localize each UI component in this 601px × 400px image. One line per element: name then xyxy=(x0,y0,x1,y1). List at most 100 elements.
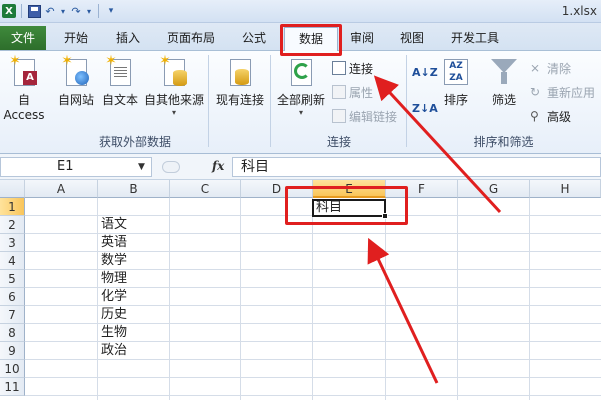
clear-filter-button: ⨯ 清除 xyxy=(530,59,571,77)
row-header-7[interactable]: 7 xyxy=(0,306,25,324)
column-header-d[interactable]: D xyxy=(241,180,313,198)
qat-separator xyxy=(21,4,22,18)
expand-handle-icon[interactable] xyxy=(162,161,180,173)
cell-b9[interactable]: 政治 xyxy=(99,342,127,360)
save-icon[interactable] xyxy=(27,4,41,18)
sort-icon: AZ ZA xyxy=(441,55,471,89)
from-other-sources-button[interactable]: ✶ 自其他来源 ▾ xyxy=(142,54,206,117)
advanced-filter-button[interactable]: ⚲ 高级 xyxy=(530,107,571,125)
sort-button[interactable]: AZ ZA 排序 xyxy=(438,55,474,108)
web-icon: ✶ xyxy=(61,54,91,89)
filter-button[interactable]: 筛选 xyxy=(484,55,524,108)
redo-icon[interactable]: ↷ xyxy=(69,4,83,18)
existing-connections-label: 现有连接 xyxy=(215,93,264,107)
column-header-a[interactable]: A xyxy=(25,180,98,198)
row-header-8[interactable]: 8 xyxy=(0,324,25,342)
tab-home[interactable]: 开始 xyxy=(54,27,98,49)
grid-line xyxy=(169,198,170,400)
edit-links-label: 编辑链接 xyxy=(349,109,398,124)
cell-b6[interactable]: 化学 xyxy=(99,288,127,306)
redo-dropdown-icon[interactable]: ▾ xyxy=(85,4,93,18)
grid-line xyxy=(97,198,98,400)
group-label-external-data: 获取外部数据 xyxy=(98,135,171,149)
text-file-icon: ✶ xyxy=(105,54,135,89)
formula-bar: E1 ▼ fx 科目 xyxy=(0,154,601,180)
reapply-label: 重新应用 xyxy=(547,85,596,100)
name-box[interactable]: E1 xyxy=(0,157,152,177)
column-header-e[interactable]: E xyxy=(313,180,386,198)
sort-az-icon[interactable]: A↓Z xyxy=(412,63,438,81)
other-sources-icon: ✶ xyxy=(159,54,189,89)
connections-label: 连接 xyxy=(349,61,374,76)
tab-data[interactable]: 数据 xyxy=(284,27,338,52)
advanced-filter-icon: ⚲ xyxy=(530,109,539,123)
from-access-button[interactable]: ✶ A 自 Access xyxy=(0,54,52,122)
tab-file[interactable]: 文件 xyxy=(0,26,46,50)
cell-b2[interactable]: 语文 xyxy=(99,216,127,234)
window-title: 1.xlsx xyxy=(561,4,597,18)
customize-qat-icon[interactable]: ▾ xyxy=(104,4,118,18)
refresh-icon xyxy=(286,55,316,89)
group-label-sort-filter: 排序和筛选 xyxy=(473,135,534,149)
row-header-11[interactable]: 11 xyxy=(0,378,25,396)
tab-view[interactable]: 视图 xyxy=(390,27,434,49)
from-other-sources-label: 自其他来源 xyxy=(143,93,204,107)
select-all-corner[interactable] xyxy=(0,180,25,198)
excel-logo-icon[interactable]: X xyxy=(2,4,16,18)
connections-icon xyxy=(332,61,346,75)
grid-line xyxy=(25,377,601,378)
row-header-5[interactable]: 5 xyxy=(0,270,25,288)
grid-line xyxy=(240,198,241,400)
row-header-9[interactable]: 9 xyxy=(0,342,25,360)
tab-developer[interactable]: 开发工具 xyxy=(442,27,508,49)
from-web-label: 自网站 xyxy=(57,93,94,107)
cell-b5[interactable]: 物理 xyxy=(99,270,127,288)
insert-function-icon[interactable]: fx xyxy=(212,159,224,173)
edit-links-icon xyxy=(332,109,346,123)
grid-line xyxy=(25,395,601,396)
connections-button[interactable]: 连接 xyxy=(332,59,373,77)
dropdown-arrow-icon: ▾ xyxy=(171,108,176,117)
sort-za-icon[interactable]: Z↓A xyxy=(412,99,438,117)
tab-insert[interactable]: 插入 xyxy=(106,27,150,49)
column-header-h[interactable]: H xyxy=(530,180,601,198)
grid-line xyxy=(312,198,313,400)
from-access-label: 自 Access xyxy=(3,93,45,122)
row-header-3[interactable]: 3 xyxy=(0,234,25,252)
column-header-b[interactable]: B xyxy=(98,180,170,198)
from-text-button[interactable]: ✶ 自文本 xyxy=(98,54,142,108)
tab-page-layout[interactable]: 页面布局 xyxy=(158,27,224,49)
from-web-button[interactable]: ✶ 自网站 xyxy=(54,54,98,108)
row-header-4[interactable]: 4 xyxy=(0,252,25,270)
formula-input[interactable]: 科目 xyxy=(232,157,601,177)
column-header-f[interactable]: F xyxy=(386,180,458,198)
undo-dropdown-icon[interactable]: ▾ xyxy=(59,4,67,18)
ribbon-tabs: 文件 开始 插入 页面布局 公式 数据 审阅 视图 开发工具 xyxy=(0,23,601,52)
worksheet-grid[interactable]: A B C D E F G H 1 2 3 4 5 6 7 8 9 10 11 … xyxy=(0,180,601,400)
clear-filter-icon: ⨯ xyxy=(530,61,541,75)
row-header-6[interactable]: 6 xyxy=(0,288,25,306)
title-bar: X ↶ ▾ ↷ ▾ ▾ 1.xlsx xyxy=(0,0,601,23)
tab-formulas[interactable]: 公式 xyxy=(232,27,276,49)
row-header-2[interactable]: 2 xyxy=(0,216,25,234)
column-header-g[interactable]: G xyxy=(458,180,530,198)
active-cell-e1[interactable]: 科目 xyxy=(312,199,386,217)
from-text-label: 自文本 xyxy=(101,93,138,107)
refresh-all-button[interactable]: 全部刷新 ▾ xyxy=(274,55,328,117)
row-header-10[interactable]: 10 xyxy=(0,360,25,378)
reapply-button: ↻ 重新应用 xyxy=(530,83,595,101)
fill-handle[interactable] xyxy=(382,213,388,219)
existing-connections-button[interactable]: 现有连接 xyxy=(212,55,268,108)
name-box-dropdown-icon[interactable]: ▼ xyxy=(138,162,145,172)
undo-icon[interactable]: ↶ xyxy=(43,4,57,18)
column-header-c[interactable]: C xyxy=(170,180,241,198)
row-header-1[interactable]: 1 xyxy=(0,198,25,216)
grid-line xyxy=(529,198,530,400)
cell-b4[interactable]: 数学 xyxy=(99,252,127,270)
cell-b3[interactable]: 英语 xyxy=(99,234,127,252)
filter-funnel-icon xyxy=(489,55,519,89)
cell-b8[interactable]: 生物 xyxy=(99,324,127,342)
cell-b7[interactable]: 历史 xyxy=(99,306,127,324)
advanced-label: 高级 xyxy=(547,109,572,124)
tab-review[interactable]: 审阅 xyxy=(342,27,382,49)
